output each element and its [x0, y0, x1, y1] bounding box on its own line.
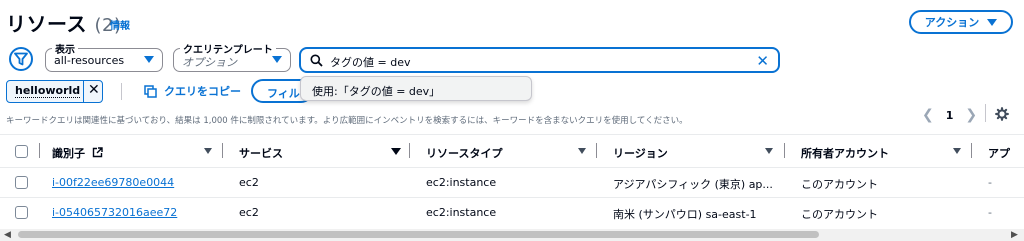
resource-type-cell: ec2:instance [426, 176, 497, 189]
column-header-label: 識別子 [52, 147, 85, 160]
copy-icon [144, 84, 157, 98]
view-select-value: all-resources [54, 54, 125, 67]
column-divider [222, 143, 223, 158]
row-checkbox[interactable] [15, 176, 28, 189]
copy-query-label: クエリをコピー [164, 85, 241, 98]
header-divider [0, 167, 1024, 168]
page-title: リソース (2) [6, 8, 121, 37]
page-title-text: リソース [6, 12, 87, 36]
query-template-select[interactable]: クエリテンプレート オプション [173, 41, 291, 72]
sort-caret-icon[interactable] [578, 148, 586, 154]
sort-caret-icon[interactable] [204, 148, 212, 154]
current-page[interactable]: 1 [946, 109, 954, 122]
region-cell: 南米 (サンパウロ) sa-east-1 [613, 208, 757, 221]
column-divider [971, 143, 972, 158]
external-link-icon [92, 147, 103, 158]
column-header-region[interactable]: リージョン [613, 145, 668, 161]
app-cell: - [988, 206, 992, 219]
column-divider [596, 143, 597, 158]
resource-id-link[interactable]: i-054065732016aee72 [52, 206, 177, 219]
search-input[interactable]: タグの値 = dev ✕ [299, 47, 780, 73]
resource-id-link[interactable]: i-00f22ee69780e0044 [52, 176, 174, 189]
scroll-right-icon[interactable]: ▶ [1011, 230, 1018, 240]
column-divider [39, 143, 40, 158]
filter-icon [14, 52, 28, 66]
previous-page-icon[interactable]: ❮ [922, 107, 934, 123]
scrollbar-thumb[interactable] [18, 231, 819, 238]
row-divider [0, 197, 1024, 198]
column-header-service[interactable]: サービス [239, 145, 283, 161]
service-cell: ec2 [239, 206, 259, 219]
table-top-border [0, 134, 1024, 135]
search-query-text: タグの値 = dev [330, 56, 411, 69]
search-suggestion[interactable]: 使用:「タグの値 = dev」 [300, 76, 532, 101]
next-page-icon[interactable]: ❯ [965, 107, 977, 123]
remove-token-icon[interactable]: ✕ [88, 82, 100, 98]
gear-icon[interactable] [995, 107, 1009, 121]
owner-cell: このアカウント [801, 178, 878, 191]
sort-caret-icon[interactable] [765, 148, 773, 154]
column-header-app[interactable]: アプ [988, 145, 1010, 161]
sort-caret-icon[interactable] [953, 148, 961, 154]
clear-search-icon[interactable]: ✕ [756, 52, 769, 70]
info-link[interactable]: 情報 [110, 17, 130, 32]
column-header-identifier[interactable]: 識別子 [52, 145, 103, 161]
app-cell: - [988, 176, 992, 189]
filter-token-label: helloworld [15, 84, 81, 97]
filter-token[interactable]: helloworld ✕ [6, 80, 103, 103]
query-template-placeholder: オプション [182, 56, 237, 69]
sort-caret-icon[interactable] [391, 148, 401, 155]
copy-query-button[interactable]: クエリをコピー [144, 83, 241, 99]
select-all-checkbox[interactable] [15, 145, 28, 158]
column-divider [409, 143, 410, 158]
resource-type-cell: ec2:instance [426, 206, 497, 219]
keyword-note: キーワードクエリは関連性に基づいており、結果は 1,000 件に制限されています… [6, 116, 688, 126]
owner-cell: このアカウント [801, 208, 878, 221]
scroll-left-icon[interactable]: ◀ [4, 230, 11, 240]
divider [121, 83, 122, 100]
service-cell: ec2 [239, 176, 259, 189]
token-divider [83, 81, 84, 102]
column-header-resource-type[interactable]: リソースタイプ [426, 145, 502, 161]
column-header-owner-account[interactable]: 所有者アカウント [801, 145, 889, 161]
region-cell: アジアパシフィック (東京) ap... [613, 178, 773, 191]
caret-down-icon [987, 18, 998, 26]
actions-button-label: アクション [924, 16, 980, 29]
filter-toggle-button[interactable] [9, 47, 33, 71]
pagination: ❮ 1 ❯ [922, 107, 977, 123]
row-checkbox[interactable] [15, 206, 28, 219]
divider [985, 104, 986, 122]
column-divider [784, 143, 785, 158]
view-select[interactable]: 表示 all-resources [45, 41, 163, 72]
caret-down-icon [272, 56, 282, 63]
caret-down-icon [144, 56, 154, 63]
search-icon [310, 54, 323, 67]
actions-button[interactable]: アクション [909, 10, 1013, 34]
